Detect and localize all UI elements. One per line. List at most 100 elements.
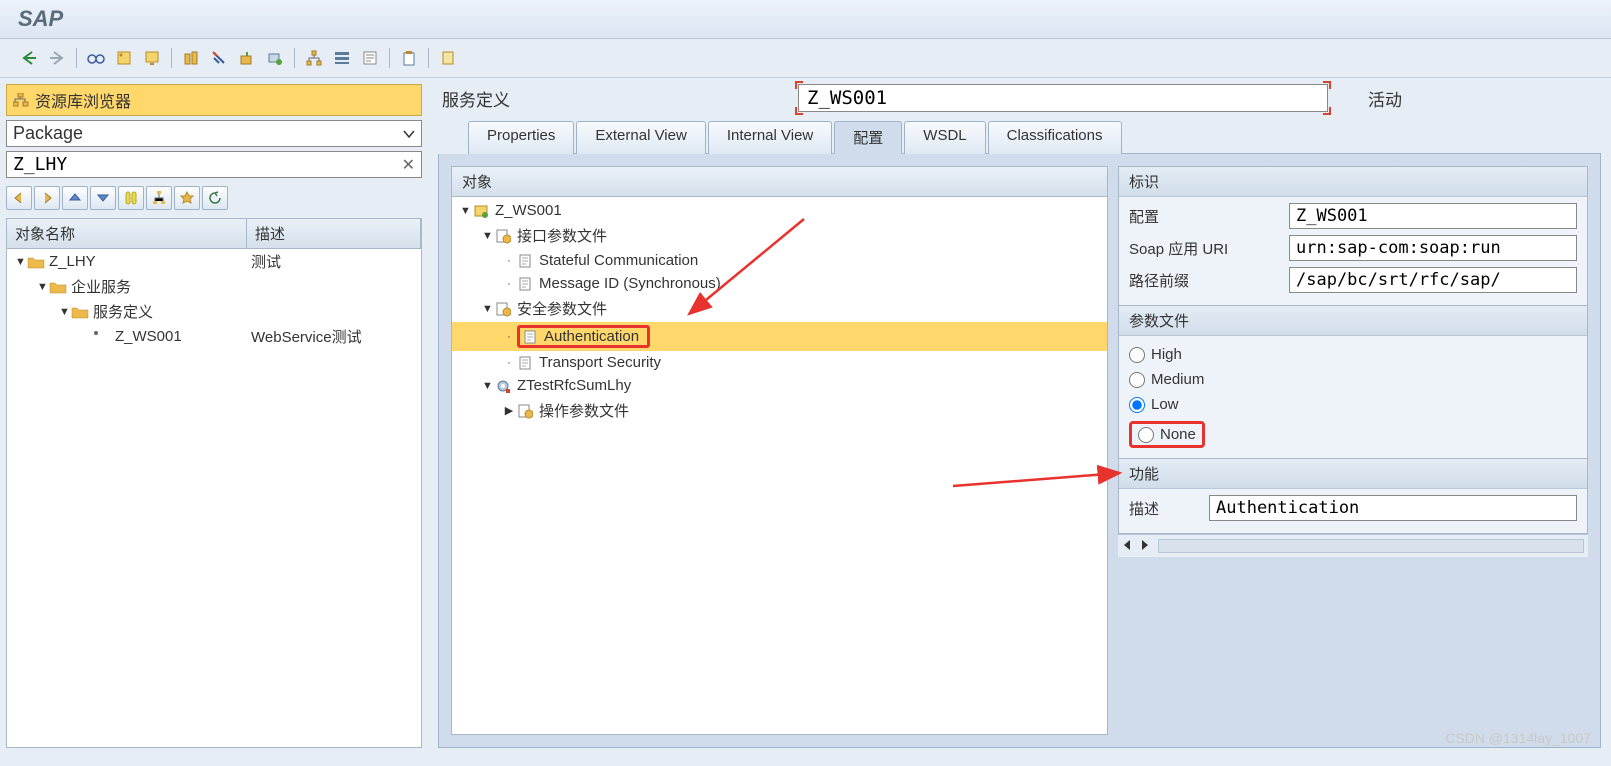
tab-internal-view[interactable]: Internal View [708, 121, 832, 154]
scroll-left-button[interactable] [1122, 539, 1136, 553]
nav-back-button[interactable] [6, 186, 32, 210]
doc-icon [517, 276, 535, 292]
expand-icon[interactable]: ▼ [460, 205, 470, 217]
expand-icon[interactable]: ▼ [15, 256, 25, 268]
expand-icon[interactable]: ▼ [482, 230, 492, 242]
object-row[interactable]: ·Message ID (Synchronous) [452, 272, 1107, 295]
content-panel: 服务定义 活动 PropertiesExternal ViewInternal … [428, 78, 1611, 754]
field-label: 路径前缀 [1129, 270, 1289, 291]
focus-corner [795, 81, 803, 89]
package-input[interactable] [13, 154, 402, 175]
clipboard-icon[interactable] [398, 47, 420, 69]
field-input[interactable] [1289, 235, 1577, 261]
tree-row[interactable]: ▼企业服务 [7, 274, 421, 299]
service-def-label: 服务定义 [438, 86, 778, 111]
tab-properties[interactable]: Properties [468, 121, 574, 154]
field-input[interactable] [1289, 203, 1577, 229]
object-row[interactable]: · Stateful Communication [452, 249, 1107, 272]
object-row[interactable]: ▼ZTestRfcSumLhy [452, 374, 1107, 397]
scroll-right-button[interactable] [1140, 539, 1154, 553]
section-title: 参数文件 [1119, 306, 1587, 336]
object-row[interactable]: ▼Z_WS001 [452, 199, 1107, 222]
repo-title: 资源库浏览器 [35, 88, 131, 112]
find-button[interactable] [118, 186, 144, 210]
display-icon[interactable] [113, 47, 135, 69]
tab-classifications[interactable]: Classifications [988, 121, 1122, 154]
tab-配置[interactable]: 配置 [834, 121, 902, 154]
refresh-button[interactable] [202, 186, 228, 210]
scroll-track[interactable] [1158, 539, 1584, 553]
radio-label: Medium [1151, 371, 1204, 388]
check-icon[interactable] [208, 47, 230, 69]
hierarchy-icon[interactable] [331, 47, 353, 69]
clear-icon[interactable]: ✕ [402, 155, 415, 175]
tree-desc [247, 301, 421, 322]
manual-icon[interactable] [359, 47, 381, 69]
expand-icon[interactable]: ▶ [504, 404, 514, 417]
app-title: SAP [18, 6, 63, 31]
radio-row-medium[interactable]: Medium [1129, 367, 1577, 392]
radio-label: High [1151, 346, 1182, 363]
service-def-input-wrap [798, 84, 1328, 112]
object-label: 接口参数文件 [517, 225, 607, 246]
item-icon [93, 330, 111, 344]
separator [428, 48, 429, 68]
tree-row[interactable]: ▼Z_LHY测试 [7, 249, 421, 274]
tree-button[interactable] [146, 186, 172, 210]
radio-label: Low [1151, 396, 1179, 413]
tab-wsdl[interactable]: WSDL [904, 121, 985, 154]
field-row: Soap 应用 URI [1129, 235, 1577, 261]
doc-icon [522, 329, 540, 345]
object-label: Stateful Communication [539, 252, 698, 269]
tree-row[interactable]: Z_WS001WebService测试 [7, 324, 421, 349]
radio-row-none[interactable]: None [1129, 417, 1577, 452]
where-used-icon[interactable] [303, 47, 325, 69]
expand-icon[interactable]: · [504, 255, 514, 267]
enhance-icon[interactable] [180, 47, 202, 69]
radio-row-low[interactable]: Low [1129, 392, 1577, 417]
favorite-button[interactable] [174, 186, 200, 210]
package-type-select[interactable]: Package [6, 120, 422, 147]
expand-icon[interactable]: ▼ [482, 303, 492, 315]
expand-icon[interactable]: · [504, 278, 514, 290]
object-row[interactable]: ·Transport Security [452, 351, 1107, 374]
field-label: Soap 应用 URI [1129, 238, 1289, 259]
nav-forward-button[interactable] [34, 186, 60, 210]
object-header: 对象 [452, 167, 1107, 197]
service-def-input[interactable] [798, 84, 1328, 112]
nav-down-button[interactable] [90, 186, 116, 210]
expand-icon[interactable]: · [504, 331, 514, 343]
test-icon[interactable] [264, 47, 286, 69]
other-object-icon[interactable] [141, 47, 163, 69]
expand-icon[interactable]: ▼ [59, 306, 69, 318]
forward-button[interactable] [46, 47, 68, 69]
object-row[interactable]: ·Authentication [452, 322, 1107, 351]
radio-input[interactable] [1129, 397, 1145, 413]
radio-input[interactable] [1129, 372, 1145, 388]
main-toolbar [0, 39, 1611, 78]
expand-icon[interactable]: · [504, 357, 514, 369]
object-row[interactable]: ▼安全参数文件 [452, 295, 1107, 322]
field-row: 配置 [1129, 203, 1577, 229]
object-row[interactable]: ▶操作参数文件 [452, 397, 1107, 424]
activate-icon[interactable] [236, 47, 258, 69]
radio-input[interactable] [1138, 427, 1154, 443]
radio-row-high[interactable]: High [1129, 342, 1577, 367]
object-row[interactable]: ▼ 接口参数文件 [452, 222, 1107, 249]
package-type-value: Package [13, 123, 83, 144]
desc-input[interactable] [1209, 495, 1577, 521]
document-icon[interactable] [437, 47, 459, 69]
highlight-box: None [1129, 421, 1205, 448]
tree-row[interactable]: ▼服务定义 [7, 299, 421, 324]
field-label: 配置 [1129, 206, 1289, 227]
section-title: 标识 [1119, 167, 1587, 197]
expand-icon[interactable]: ▼ [482, 380, 492, 392]
field-input[interactable] [1289, 267, 1577, 293]
back-button[interactable] [18, 47, 40, 69]
glasses-icon[interactable] [85, 47, 107, 69]
tab-external-view[interactable]: External View [576, 121, 705, 154]
col-description: 描述 [247, 219, 421, 248]
nav-up-button[interactable] [62, 186, 88, 210]
expand-icon[interactable]: ▼ [37, 281, 47, 293]
radio-input[interactable] [1129, 347, 1145, 363]
